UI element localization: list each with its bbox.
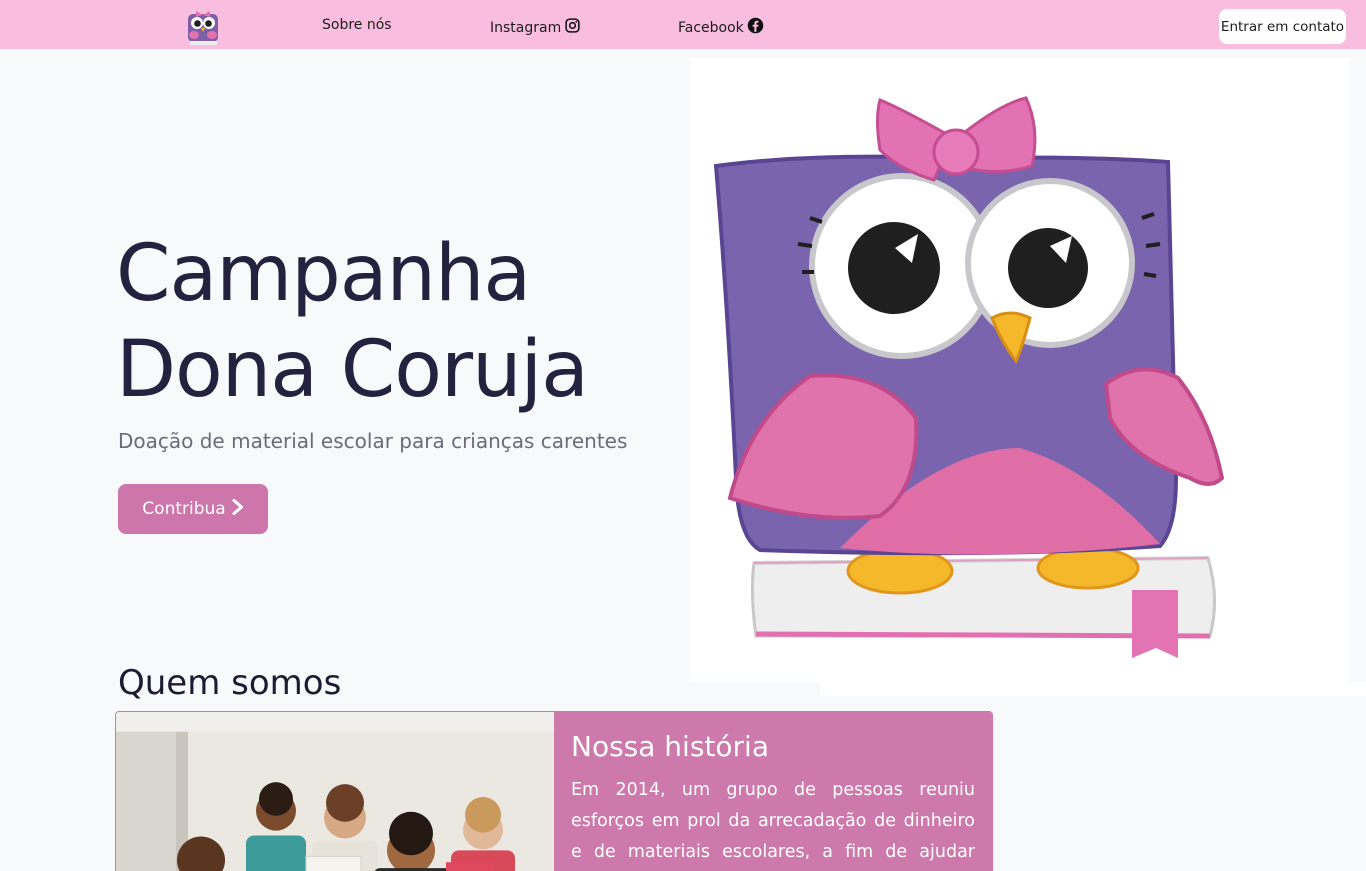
- nav-link-sobre[interactable]: Sobre nós: [322, 17, 392, 33]
- hero-subtitle: Doação de material escolar para crianças…: [118, 429, 628, 453]
- instagram-icon: [564, 17, 581, 38]
- history-card: Nossa história Em 2014, um grupo de pess…: [115, 711, 993, 871]
- children-with-school-supplies-photo: [116, 712, 554, 871]
- owl-logo-icon[interactable]: [186, 8, 220, 46]
- chevron-right-icon: [232, 498, 244, 520]
- nav-link-label: Instagram: [490, 19, 562, 36]
- nav-link-label: Facebook: [678, 19, 744, 36]
- history-card-body: Nossa história Em 2014, um grupo de pess…: [554, 712, 992, 871]
- illustration-edge: [820, 682, 1366, 696]
- nav-link-label: Sobre nós: [322, 17, 392, 33]
- owl-on-book-illustration: [690, 58, 1350, 682]
- contribute-button[interactable]: Contribua: [118, 484, 268, 534]
- nav-link-instagram[interactable]: Instagram: [490, 17, 581, 38]
- history-card-title: Nossa história: [571, 730, 769, 763]
- contact-button[interactable]: Entrar em contato: [1219, 9, 1346, 44]
- hero-title-line1: Campanha: [116, 229, 531, 319]
- history-card-text: Em 2014, um grupo de pessoas reuniu esfo…: [571, 780, 975, 862]
- facebook-icon: [747, 17, 764, 38]
- hero-title-line2: Dona Coruja: [116, 325, 589, 415]
- navbar: Sobre nós Instagram Facebook Entrar em c…: [0, 0, 1366, 49]
- contribute-button-label: Contribua: [142, 499, 226, 519]
- nav-link-facebook[interactable]: Facebook: [678, 17, 764, 38]
- hero-title: Campanha Dona Coruja: [116, 226, 676, 418]
- section-title-quem-somos: Quem somos: [118, 663, 342, 703]
